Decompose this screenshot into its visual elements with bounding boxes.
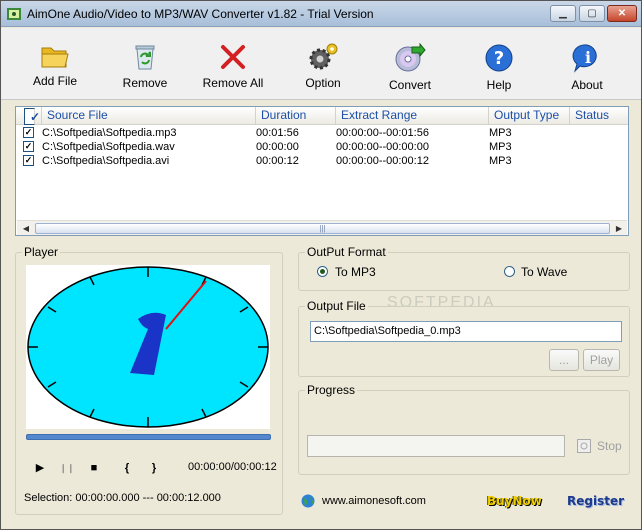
player-seek-bar[interactable] xyxy=(26,434,271,440)
gear-icon xyxy=(309,43,338,70)
stop-button[interactable]: ■ xyxy=(86,460,102,476)
option-button[interactable]: Option xyxy=(287,32,359,94)
folder-icon xyxy=(41,47,69,68)
progress-bar xyxy=(307,435,565,457)
cd-convert-icon xyxy=(395,43,426,72)
register-link[interactable]: Register xyxy=(567,494,624,508)
scroll-right-arrow-icon[interactable]: ▶ xyxy=(611,222,627,235)
about-button[interactable]: i About xyxy=(551,32,623,94)
remove-all-button[interactable]: Remove All xyxy=(197,32,269,94)
mark-in-button[interactable]: { xyxy=(119,460,135,476)
row-checkbox[interactable]: ✓ xyxy=(23,155,34,166)
list-header: ✓ Source File Duration Extract Range Out… xyxy=(16,107,628,125)
table-row[interactable]: ✓ C:\Softpedia\Softpedia.mp3 00:01:56 00… xyxy=(16,126,628,140)
to-mp3-radio[interactable] xyxy=(317,266,328,277)
buy-now-link[interactable]: BuyNow xyxy=(487,494,542,508)
app-icon xyxy=(7,8,21,20)
globe-icon xyxy=(301,494,315,508)
column-type[interactable]: Output Type xyxy=(489,107,570,124)
table-row[interactable]: ✓ C:\Softpedia\Softpedia.avi 00:00:12 00… xyxy=(16,154,628,168)
title-bar[interactable]: AimOne Audio/Video to MP3/WAV Converter … xyxy=(1,1,641,27)
column-range[interactable]: Extract Range xyxy=(336,107,489,124)
info-icon: i xyxy=(572,44,597,73)
remove-button[interactable]: Remove xyxy=(109,32,181,94)
player-time: 00:00:00/00:00:12 xyxy=(188,461,277,473)
browse-button[interactable]: ... xyxy=(549,349,579,371)
scroll-left-arrow-icon[interactable]: ◀ xyxy=(18,222,34,235)
column-status[interactable]: Status xyxy=(570,107,628,124)
help-icon: ? xyxy=(485,44,513,72)
output-file-input[interactable]: C:\Softpedia\Softpedia_0.mp3 xyxy=(310,321,622,342)
red-x-icon xyxy=(221,45,245,69)
to-mp3-label[interactable]: To MP3 xyxy=(335,265,376,279)
row-checkbox[interactable]: ✓ xyxy=(23,141,34,152)
column-source[interactable]: Source File xyxy=(42,107,256,124)
column-duration[interactable]: Duration xyxy=(256,107,336,124)
recycle-bin-icon xyxy=(135,45,155,70)
svg-text:i: i xyxy=(585,48,591,67)
help-button[interactable]: ? Help xyxy=(463,32,535,94)
close-button[interactable]: ✕ xyxy=(607,5,637,22)
add-file-button[interactable]: Add File xyxy=(19,32,91,94)
selection-range: Selection: 00:00:00.000 --- 00:00:12.000 xyxy=(24,492,221,504)
window-title: AimOne Audio/Video to MP3/WAV Converter … xyxy=(27,7,374,21)
minimize-button[interactable]: ▁ xyxy=(550,5,576,22)
header-checkbox-column[interactable]: ✓ xyxy=(16,107,42,125)
file-list[interactable]: ✓ Source File Duration Extract Range Out… xyxy=(15,106,629,236)
toolbar: Add File Remove Remove All Option Conver… xyxy=(1,28,641,100)
table-row[interactable]: ✓ C:\Softpedia\Softpedia.wav 00:00:00 00… xyxy=(16,140,628,154)
play-output-button[interactable]: Play xyxy=(583,349,620,371)
scroll-thumb[interactable]: ||| xyxy=(35,223,610,234)
svg-text:?: ? xyxy=(494,48,504,69)
app-window: AimOne Audio/Video to MP3/WAV Converter … xyxy=(0,0,642,530)
to-wave-radio[interactable] xyxy=(504,266,515,277)
play-button[interactable]: ▶ xyxy=(32,460,48,476)
website-link[interactable]: www.aimonesoft.com xyxy=(322,495,426,507)
maximize-button[interactable]: ▢ xyxy=(579,5,605,22)
pause-button[interactable]: ❙❙ xyxy=(59,460,75,476)
select-all-checkbox[interactable]: ✓ xyxy=(24,108,40,125)
mark-out-button[interactable]: } xyxy=(146,460,162,476)
convert-button[interactable]: Convert xyxy=(374,32,446,94)
stop-icon xyxy=(577,439,591,453)
to-wave-label[interactable]: To Wave xyxy=(521,265,567,279)
stop-conversion-button[interactable]: Stop xyxy=(575,435,623,457)
row-checkbox[interactable]: ✓ xyxy=(23,127,34,138)
horizontal-scrollbar[interactable]: ◀ ||| ▶ xyxy=(17,220,627,235)
progress-group: Progress xyxy=(298,383,630,475)
player-clock-display xyxy=(26,265,270,429)
